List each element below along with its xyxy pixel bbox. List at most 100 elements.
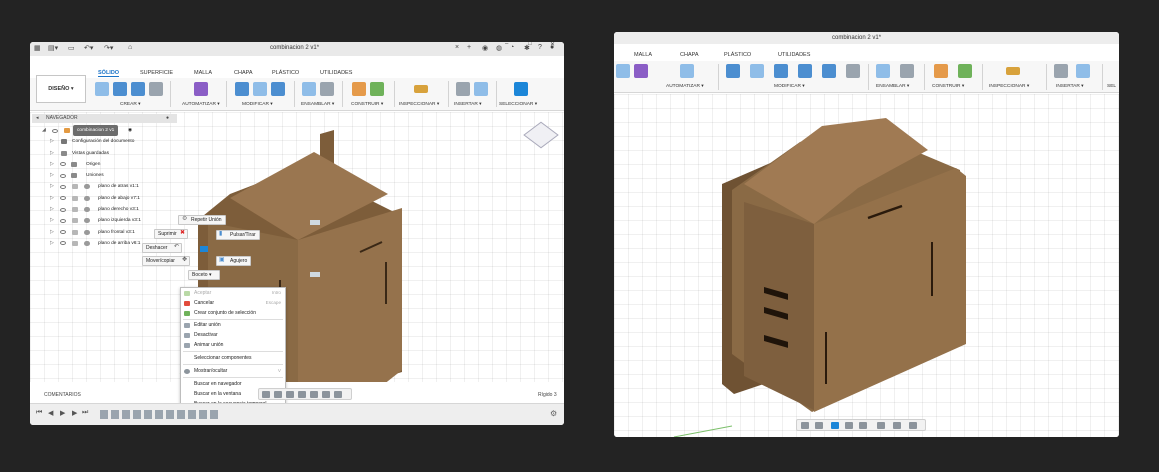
menu-item-edit-joint[interactable]: Editar unión — [194, 322, 221, 328]
comments-label[interactable]: COMENTARIOS — [44, 392, 81, 398]
group-inspect[interactable]: INSPECCIONAR ▾ — [399, 102, 439, 107]
visibility-eye-icon[interactable] — [60, 196, 66, 201]
expand-icon[interactable]: ▷ — [50, 204, 54, 215]
menu-item-show-hide[interactable]: Mostrar/ocultar — [194, 368, 227, 374]
menu-item-find-in-window[interactable]: Buscar en la ventana — [194, 391, 241, 397]
timeline-prev-icon[interactable]: ◀ — [48, 409, 53, 417]
grid-settings-icon[interactable] — [893, 422, 901, 429]
joint-icon[interactable] — [320, 82, 334, 96]
press-pull-icon[interactable] — [726, 64, 740, 78]
document-tab-title[interactable]: combinacion 2 v1* — [270, 45, 319, 51]
browser-root-row[interactable]: ◢ combinacion 2 v1 ◉ — [32, 125, 177, 137]
minimize-button[interactable]: – — [505, 42, 508, 47]
timeline-play-icon[interactable]: ▶ — [60, 409, 65, 417]
extrude-icon[interactable] — [113, 82, 127, 96]
expand-icon[interactable]: ▷ — [50, 215, 54, 226]
menu-item-find-in-browser[interactable]: Buscar en navegador — [194, 381, 242, 387]
browser-item-document-settings[interactable]: ▷ Configuración del documento — [32, 136, 177, 147]
automate-icon[interactable] — [194, 82, 208, 96]
browser-item-component[interactable]: ▷ plano izquierda v3:1 — [32, 215, 177, 226]
fillet-icon[interactable] — [750, 64, 764, 78]
group-select[interactable]: SEL — [1107, 84, 1116, 89]
automate-script-icon[interactable] — [680, 64, 694, 78]
workspace-dropdown[interactable]: DISEÑO ▾ — [36, 75, 86, 103]
visibility-eye-icon[interactable] — [60, 218, 66, 223]
expand-icon[interactable]: ▷ — [50, 136, 54, 147]
insert-image-icon[interactable] — [474, 82, 488, 96]
automate-icon[interactable] — [634, 64, 648, 78]
browser-item-origin[interactable]: ▷ Origen — [32, 159, 177, 170]
draft-icon[interactable] — [798, 64, 812, 78]
new-tab-icon[interactable]: + — [467, 44, 471, 51]
joint-marker[interactable] — [310, 272, 320, 277]
maximize-button[interactable]: □ — [528, 42, 532, 47]
browser-item-joints[interactable]: ▷ Uniones — [32, 170, 177, 181]
repeat-joint-button[interactable]: ⚙ Repetir Unión — [178, 215, 226, 225]
visibility-eye-icon[interactable] — [60, 241, 66, 246]
look-at-icon[interactable] — [274, 391, 282, 398]
measure-icon[interactable] — [414, 85, 428, 93]
menu-item-deactivate[interactable]: Desactivar — [194, 332, 218, 338]
display-settings-icon[interactable] — [322, 391, 330, 398]
new-sketch-icon[interactable] — [95, 82, 109, 96]
group-modify[interactable]: MODIFICAR ▾ — [242, 102, 273, 107]
group-assemble[interactable]: ENSAMBLAR ▾ — [301, 102, 334, 107]
app-grid-icon[interactable]: ▦ — [34, 44, 41, 52]
home-icon[interactable]: ⌂ — [128, 44, 132, 51]
form-icon[interactable] — [131, 82, 145, 96]
new-component-icon[interactable] — [302, 82, 316, 96]
group-automate[interactable]: AUTOMATIZAR ▾ — [666, 84, 704, 89]
group-construct[interactable]: CONSTRUIR ▾ — [351, 102, 383, 107]
tab-plastic[interactable]: PLÁSTICO — [272, 70, 299, 76]
offset-plane-icon[interactable] — [934, 64, 948, 78]
design-canvas[interactable] — [614, 94, 1119, 437]
visibility-eye-icon[interactable] — [60, 207, 66, 212]
zoom-icon[interactable] — [298, 391, 306, 398]
visibility-eye-icon[interactable] — [60, 184, 66, 189]
expand-icon[interactable]: ▷ — [50, 148, 54, 159]
tab-mesh[interactable]: MALLA — [634, 52, 652, 58]
expand-icon[interactable]: ▷ — [50, 159, 54, 170]
file-menu-icon[interactable]: ▤▾ — [48, 44, 58, 52]
close-tab-icon[interactable]: × — [455, 44, 459, 51]
menu-item-accept[interactable]: Aceptar — [194, 290, 211, 296]
group-insert[interactable]: INSERTAR ▾ — [454, 102, 482, 107]
group-automate[interactable]: AUTOMATIZAR ▾ — [182, 102, 220, 107]
redo-icon[interactable]: ↷▾ — [104, 44, 113, 52]
timeline-next-icon[interactable]: ▶ — [72, 409, 77, 417]
scale-icon[interactable] — [822, 64, 836, 78]
timeline-features[interactable] — [100, 410, 220, 419]
tool-icon[interactable] — [616, 64, 630, 78]
tab-plastic[interactable]: PLÁSTICO — [724, 52, 751, 58]
timeline-settings-icon[interactable]: ⚙ — [550, 409, 557, 418]
menu-item-create-selection-set[interactable]: Crear conjunto de selección — [194, 310, 256, 316]
move-copy-button[interactable]: Mover/copiar ✥ — [142, 256, 190, 266]
zoom-icon[interactable] — [845, 422, 853, 429]
timeline-end-icon[interactable]: ⏭ — [82, 409, 88, 417]
group-insert[interactable]: INSERTAR ▾ — [1056, 84, 1084, 89]
browser-item-component[interactable]: ▷ plano de abajo v7:1 — [32, 193, 177, 204]
fit-icon[interactable] — [310, 391, 318, 398]
extensions-icon[interactable]: ◍ — [496, 44, 502, 52]
jobs-icon[interactable]: ◔ — [510, 44, 514, 51]
menu-item-select-components[interactable]: Seleccionar componentes — [194, 355, 252, 361]
close-window-button[interactable]: ✕ — [550, 42, 555, 48]
offset-plane-icon[interactable] — [352, 82, 366, 96]
group-construct[interactable]: CONSTRUIR ▾ — [932, 84, 964, 89]
group-create[interactable]: CREAR ▾ — [120, 102, 141, 107]
collapse-browser-icon[interactable]: ◂ — [36, 114, 39, 123]
help-icon[interactable]: ? — [538, 44, 542, 51]
tab-surface[interactable]: SUPERFICIE — [140, 70, 173, 76]
group-inspect[interactable]: INSPECCIONAR ▾ — [989, 84, 1029, 89]
expand-icon[interactable]: ▷ — [50, 238, 54, 249]
shell-icon[interactable] — [271, 82, 285, 96]
pan-icon[interactable] — [831, 422, 839, 429]
display-settings-icon[interactable] — [877, 422, 885, 429]
group-assemble[interactable]: ENSAMBLAR ▾ — [876, 84, 909, 89]
activate-radio-icon[interactable]: ◉ — [128, 125, 132, 136]
visibility-eye-icon[interactable] — [60, 230, 66, 235]
expand-icon[interactable]: ▷ — [50, 170, 54, 181]
browser-item-saved-views[interactable]: ▷ Vistas guardadas — [32, 148, 177, 159]
measure-icon[interactable] — [1006, 67, 1020, 75]
viewports-icon[interactable] — [909, 422, 917, 429]
